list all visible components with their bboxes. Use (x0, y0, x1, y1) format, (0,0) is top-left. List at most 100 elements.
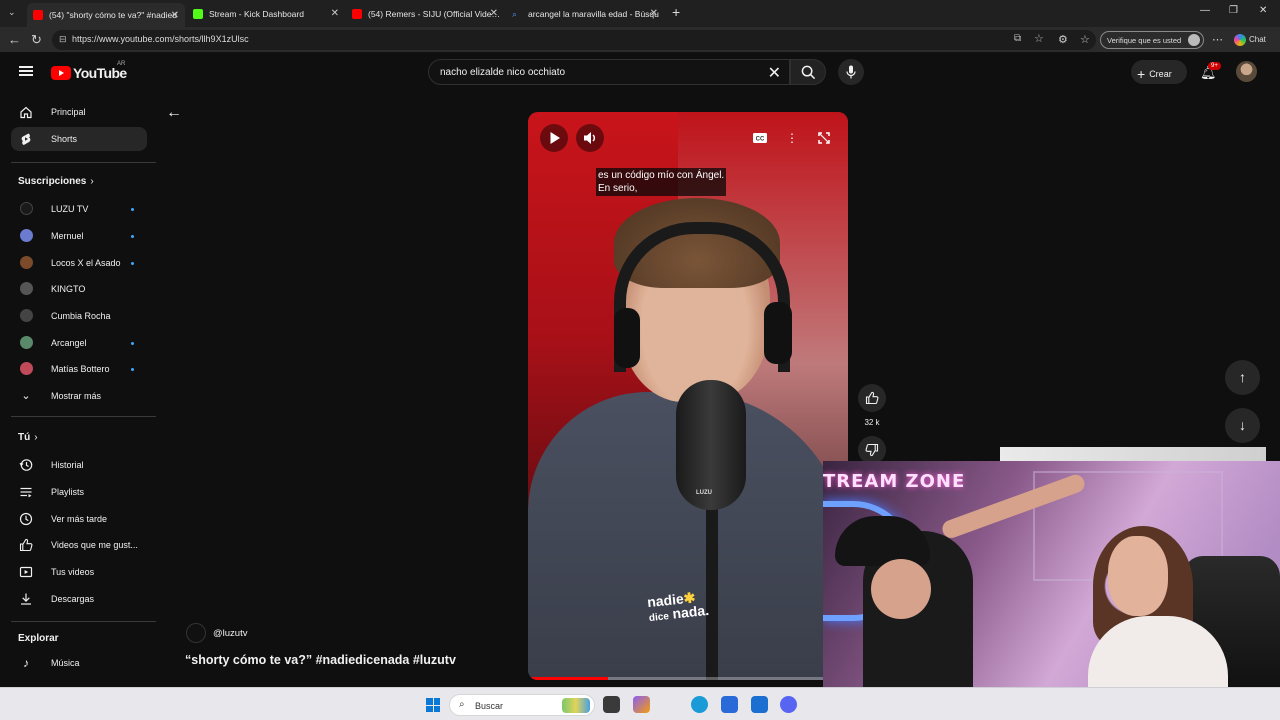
dislike-button[interactable] (858, 436, 886, 464)
channel-avatar[interactable] (186, 623, 206, 643)
browser-tab-remers[interactable]: (54) Remers - SIJU (Official Video) - ✕ (346, 3, 504, 24)
subscriptions-header[interactable]: Suscripciones › (18, 176, 94, 187)
windows-start-icon[interactable] (426, 698, 440, 712)
favorite-star-icon[interactable]: ☆ (1034, 32, 1044, 45)
short-video-player[interactable]: LUZU CC ⋮ es un código mío con Ángel. En… (528, 112, 848, 680)
clear-search-icon[interactable]: ✕ (768, 63, 781, 83)
show-more-label: Mostrar más (51, 391, 102, 401)
channel-handle[interactable]: @luzutv (213, 628, 247, 639)
progress-fill (528, 677, 608, 680)
reload-icon[interactable]: ↻ (31, 32, 42, 48)
fullscreen-button[interactable] (810, 124, 838, 152)
more-options-icon[interactable]: ⋯ (1212, 33, 1223, 46)
youtube-logo[interactable]: YouTube AR (51, 61, 127, 81)
search-favicon-icon: ⌕ (512, 8, 518, 19)
verify-profile-button[interactable]: Verifique que es usted (1100, 31, 1204, 49)
edge-icon[interactable] (691, 696, 708, 713)
search-icon (801, 65, 816, 80)
play-button[interactable] (540, 124, 568, 152)
search-input[interactable]: nacho elizalde nico occhiato ✕ (428, 59, 790, 85)
outlook-icon[interactable] (751, 696, 768, 713)
create-button[interactable]: + Crear (1131, 60, 1187, 84)
sidebar-item-label: LUZU TV (51, 204, 89, 214)
youtube-favicon-icon (33, 10, 43, 20)
browser-tab-search[interactable]: ⌕ arcangel la maravilla edad - Búsqu ✕ (506, 3, 664, 24)
menu-icon[interactable] (19, 66, 33, 76)
close-window-icon[interactable]: ✕ (1259, 5, 1267, 16)
copilot-icon (1234, 34, 1246, 46)
show-more-button[interactable]: ⌄ Mostrar más (11, 384, 147, 408)
sidebar-divider (11, 621, 156, 622)
taskbar-search[interactable]: ⌕ Buscar (449, 694, 595, 716)
sidebar-item-arcangel[interactable]: Arcangel (11, 331, 147, 355)
sidebar-item-principal[interactable]: Principal (11, 100, 147, 124)
address-bar[interactable]: ⊟ https://www.youtube.com/shorts/llh9X1z… (52, 30, 1096, 50)
more-options-button[interactable]: ⋮ (778, 124, 806, 152)
watch-later-icon (19, 512, 33, 526)
sidebar-item-label: Música (51, 658, 80, 668)
sidebar-item-label: Ver más tarde (51, 514, 108, 524)
like-button[interactable] (858, 384, 886, 412)
captions-button[interactable]: CC (746, 124, 774, 152)
mute-button[interactable] (576, 124, 604, 152)
favorites-icon[interactable]: ☆ (1080, 33, 1090, 46)
sidebar-item-label: Descargas (51, 594, 95, 604)
sidebar-item-musica[interactable]: ♪ Música (11, 651, 147, 675)
sidebar-item-luzu-tv[interactable]: LUZU TV (11, 197, 147, 221)
voice-search-button[interactable] (838, 59, 864, 85)
sidebar-item-tus-videos[interactable]: Tus videos (11, 560, 147, 584)
sidebar-item-mernuel[interactable]: Mernuel (11, 224, 147, 248)
sidebar-item-kingto[interactable]: KINGTO (11, 277, 147, 301)
next-short-button[interactable]: ↓ (1225, 408, 1260, 443)
browser-tab-youtube-short[interactable]: (54) "shorty cómo te va?" #nadied ✕ (27, 3, 185, 27)
search-button[interactable] (790, 59, 826, 85)
explore-header: Explorar (18, 633, 59, 644)
you-header[interactable]: Tú › (18, 432, 38, 443)
discord-icon[interactable] (780, 696, 797, 713)
watermark-line: nada. (671, 601, 710, 622)
copilot-chat-button[interactable]: Chat (1234, 34, 1266, 46)
browser-tab-kick[interactable]: Stream - Kick Dashboard ✕ (187, 3, 345, 24)
mic-stand (706, 502, 718, 680)
create-label: Crear (1149, 69, 1172, 79)
restore-icon[interactable]: ❐ (1229, 5, 1238, 16)
copilot-icon[interactable] (633, 696, 650, 713)
you-title: Tú (18, 432, 31, 443)
liked-videos-icon (19, 538, 33, 552)
back-arrow-icon[interactable]: ← (166, 104, 182, 122)
sidebar: Principal Shorts Suscripciones › LUZU TV … (0, 91, 158, 687)
sidebar-divider (11, 416, 156, 417)
notification-badge: 9+ (1208, 62, 1221, 70)
new-tab-icon[interactable]: + (672, 4, 680, 20)
sidebar-item-locos-x-el-asado[interactable]: Locos X el Asado (11, 251, 147, 275)
sidebar-item-historial[interactable]: Historial (11, 453, 147, 477)
close-tab-icon[interactable]: ✕ (171, 10, 179, 21)
sidebar-item-shorts[interactable]: Shorts (11, 127, 147, 151)
previous-short-button[interactable]: ↑ (1225, 360, 1260, 395)
sidebar-item-liked-videos[interactable]: Videos que me gust... (11, 533, 147, 557)
sidebar-item-playlists[interactable]: Playlists (11, 480, 147, 504)
sidebar-item-ver-mas-tarde[interactable]: Ver más tarde (11, 507, 147, 531)
shorts-icon (21, 133, 31, 145)
sidebar-item-cumbia-rocha[interactable]: Cumbia Rocha (11, 304, 147, 328)
close-tab-icon[interactable]: ✕ (490, 8, 498, 19)
back-icon[interactable]: ← (8, 32, 21, 47)
minimize-icon[interactable]: — (1200, 5, 1210, 16)
site-info-icon[interactable]: ⊟ (59, 34, 67, 45)
tab-list-icon[interactable]: ⌄ (8, 7, 16, 18)
verify-label: Verifique que es usted (1107, 36, 1182, 45)
file-explorer-icon[interactable] (603, 696, 620, 713)
close-tab-icon[interactable]: ✕ (331, 8, 339, 19)
store-icon[interactable] (721, 696, 738, 713)
split-screen-icon[interactable]: ⧉ (1014, 33, 1021, 44)
close-tab-icon[interactable]: ✕ (650, 8, 658, 19)
windows-taskbar: ⌕ Buscar (0, 687, 1280, 720)
sidebar-item-descargas[interactable]: Descargas (11, 587, 147, 611)
video-progress-bar[interactable] (528, 677, 848, 680)
sidebar-item-matias-bottero[interactable]: Matías Bottero (11, 357, 147, 381)
user-avatar[interactable] (1236, 61, 1257, 82)
caption-line: En serio, (598, 183, 638, 194)
extensions-icon[interactable]: ⚙ (1058, 33, 1068, 46)
tab-title: (54) "shorty cómo te va?" #nadied (49, 10, 177, 20)
new-content-dot (131, 235, 134, 238)
